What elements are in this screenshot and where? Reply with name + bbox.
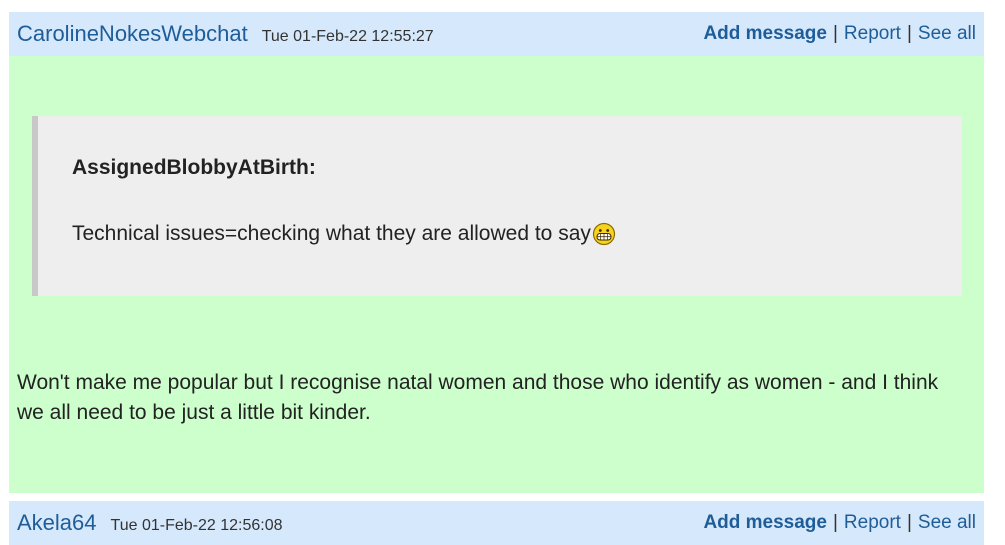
- add-message-link[interactable]: Add message: [703, 512, 827, 534]
- quote-text: Technical issues=checking what they are …: [72, 222, 591, 245]
- report-link[interactable]: Report: [844, 23, 901, 45]
- message-text: Won't make me popular but I recognise na…: [17, 371, 939, 424]
- username-link[interactable]: Akela64: [17, 510, 97, 536]
- post-actions: Add message | Report | See all: [703, 23, 976, 45]
- report-link[interactable]: Report: [844, 512, 901, 534]
- quote-author: AssignedBlobbyAtBirth:: [72, 156, 316, 179]
- post-header-left: Akela64 Tue 01-Feb-22 12:56:08: [17, 510, 282, 536]
- grinning-face-icon: [592, 222, 615, 246]
- post-header-left: CarolineNokesWebchat Tue 01-Feb-22 12:55…: [17, 21, 434, 47]
- post: CarolineNokesWebchat Tue 01-Feb-22 12:55…: [9, 12, 984, 493]
- separator: |: [906, 23, 912, 44]
- post-timestamp: Tue 01-Feb-22 12:56:08: [110, 517, 283, 534]
- quote-block: AssignedBlobbyAtBirth: Technical issues=…: [32, 116, 962, 296]
- separator: |: [832, 512, 838, 533]
- username-link[interactable]: CarolineNokesWebchat: [17, 21, 248, 47]
- separator: |: [832, 23, 838, 44]
- post-header: CarolineNokesWebchat Tue 01-Feb-22 12:55…: [9, 12, 984, 56]
- post-actions: Add message | Report | See all: [703, 512, 976, 534]
- separator: |: [906, 512, 912, 533]
- see-all-link[interactable]: See all: [918, 23, 976, 45]
- post: Akela64 Tue 01-Feb-22 12:56:08 Add messa…: [9, 501, 984, 545]
- see-all-link[interactable]: See all: [918, 512, 976, 534]
- quote-text-line: Technical issues=checking what they are …: [72, 222, 616, 246]
- post-header: Akela64 Tue 01-Feb-22 12:56:08 Add messa…: [9, 501, 984, 545]
- post-timestamp: Tue 01-Feb-22 12:55:27: [261, 28, 434, 45]
- post-body: AssignedBlobbyAtBirth: Technical issues=…: [9, 56, 984, 493]
- add-message-link[interactable]: Add message: [703, 23, 827, 45]
